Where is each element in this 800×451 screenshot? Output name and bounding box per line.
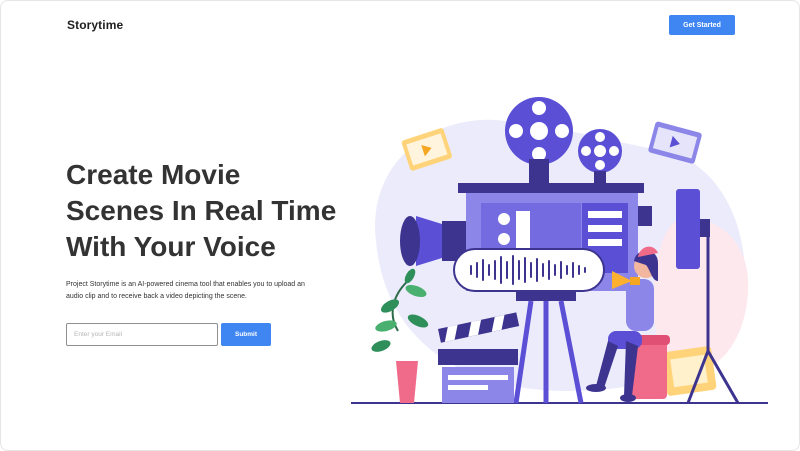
movie-projector-illustration — [351, 97, 768, 404]
headline-line-2: Scenes In Real Time — [66, 195, 337, 226]
hero-headline: Create Movie Scenes In Real Time With Yo… — [66, 157, 366, 265]
brand-logo[interactable]: Storytime — [67, 18, 123, 32]
submit-button[interactable]: Submit — [221, 323, 271, 346]
description-line-1: Project Storytime is an AI-powered cinem… — [66, 281, 305, 288]
get-started-button[interactable]: Get Started — [669, 15, 735, 35]
description-line-2: audio clip and to receive back a video d… — [66, 293, 247, 300]
email-input[interactable] — [66, 323, 218, 346]
page: Storytime Get Started Create Movie Scene… — [0, 0, 800, 451]
headline-line-3: With Your Voice — [66, 231, 276, 262]
hero-description: Project Storytime is an AI-powered cinem… — [66, 279, 336, 303]
headline-line-1: Create Movie — [66, 159, 241, 190]
